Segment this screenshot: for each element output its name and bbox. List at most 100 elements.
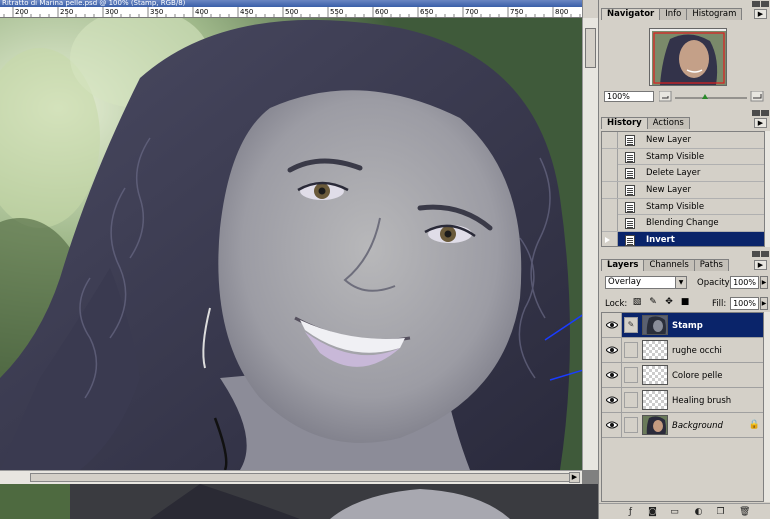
layer-link-slot[interactable] — [624, 367, 638, 383]
add-mask-icon[interactable]: ◙ — [647, 507, 658, 518]
navigator-zoom-field[interactable]: 100% — [604, 91, 654, 102]
layers-tabs: Layers Channels Paths — [601, 259, 729, 271]
visibility-toggle[interactable] — [602, 313, 622, 337]
image-canvas[interactable] — [0, 18, 582, 470]
layer-row-healing-brush[interactable]: Healing brush — [602, 388, 763, 413]
chevron-down-icon[interactable]: ▼ — [675, 277, 686, 288]
visibility-toggle[interactable] — [602, 338, 622, 362]
close-icon[interactable] — [761, 110, 769, 116]
opacity-field[interactable]: 100% — [730, 276, 759, 289]
layer-link-slot[interactable] — [624, 417, 638, 433]
tab-paths[interactable]: Paths — [693, 259, 729, 271]
layer-row-background[interactable]: Background 🔒 — [602, 413, 763, 438]
lock-image-icon[interactable]: ✎ — [648, 297, 658, 308]
visibility-toggle[interactable] — [602, 363, 622, 387]
history-state-icon — [625, 135, 635, 146]
portrait-photo — [0, 18, 582, 470]
history-state-icon — [625, 151, 635, 163]
tab-info[interactable]: Info — [659, 8, 688, 20]
layer-name: Healing brush — [672, 396, 732, 406]
history-item[interactable]: Stamp Visible — [602, 198, 764, 216]
eye-icon — [606, 321, 618, 329]
lock-position-icon[interactable]: ✥ — [664, 297, 674, 308]
tab-histogram[interactable]: Histogram — [686, 8, 743, 20]
history-item[interactable]: New Layer — [602, 182, 764, 199]
ruler-tick-label: 250 — [60, 8, 73, 16]
scroll-right-arrow-icon[interactable]: ▶ — [569, 472, 580, 483]
history-brush-source[interactable] — [602, 182, 618, 199]
vertical-scrollbar[interactable] — [582, 18, 598, 470]
navigator-palette-titlebar[interactable] — [599, 0, 770, 7]
history-item[interactable]: Blending Change — [602, 215, 764, 233]
document-window: Ritratto di Marina pelle.psd @ 100% (Sta… — [0, 0, 598, 519]
layer-row-colore-pelle[interactable]: Colore pelle — [602, 363, 763, 388]
ruler-tick-label: 350 — [150, 8, 163, 16]
navigator-menu-icon[interactable]: ▶ — [754, 9, 767, 19]
history-item[interactable]: Delete Layer — [602, 165, 764, 183]
horizontal-scrollbar[interactable]: ▶ — [0, 470, 582, 484]
fill-label: Fill: — [712, 299, 727, 309]
visibility-toggle[interactable] — [602, 413, 622, 437]
layer-link-slot[interactable] — [624, 342, 638, 358]
layer-name: Background — [672, 421, 723, 431]
tab-layers[interactable]: Layers — [601, 259, 645, 271]
history-menu-icon[interactable]: ▶ — [754, 118, 767, 128]
ruler-tick-label: 300 — [105, 8, 118, 16]
layer-style-icon[interactable]: ƒ — [625, 507, 636, 518]
visibility-toggle[interactable] — [602, 388, 622, 412]
background-photo — [0, 484, 598, 519]
tab-history[interactable]: History — [601, 117, 648, 129]
tab-navigator[interactable]: Navigator — [601, 8, 661, 20]
lock-label: Lock: — [605, 299, 628, 309]
vertical-scroll-thumb[interactable] — [585, 28, 596, 68]
close-icon[interactable] — [761, 1, 769, 7]
history-brush-source[interactable] — [602, 132, 618, 148]
minimize-icon[interactable] — [752, 110, 760, 116]
history-brush-source[interactable] — [602, 165, 618, 182]
fill-slider-arrow-icon[interactable]: ▶ — [760, 297, 768, 310]
navigator-zoom-slider[interactable] — [658, 90, 764, 102]
layers-palette-titlebar[interactable] — [599, 250, 770, 257]
layer-row-rughe-occhi[interactable]: rughe occhi — [602, 338, 763, 363]
lock-transparency-icon[interactable]: ▧ — [632, 297, 642, 308]
ruler-tick-label: 200 — [15, 8, 28, 16]
new-set-icon[interactable]: ▭ — [669, 507, 680, 518]
history-item[interactable]: New Layer — [602, 132, 764, 149]
ruler-tick-label: 400 — [195, 8, 208, 16]
close-icon[interactable] — [761, 251, 769, 257]
layer-link-slot[interactable] — [624, 392, 638, 408]
history-state-icon — [625, 185, 635, 197]
layer-thumbnail-transparent — [642, 365, 668, 385]
history-state-icon — [625, 168, 635, 180]
eye-icon — [606, 371, 618, 379]
document-title-bar[interactable]: Ritratto di Marina pelle.psd @ 100% (Sta… — [0, 0, 598, 7]
navigator-thumbnail[interactable] — [649, 28, 727, 86]
history-item-selected[interactable]: Invert — [602, 232, 764, 246]
tab-actions[interactable]: Actions — [646, 117, 690, 129]
history-brush-source[interactable] — [602, 215, 618, 232]
brush-icon[interactable]: ✎ — [624, 317, 638, 333]
new-layer-icon[interactable]: ❐ — [715, 507, 726, 518]
trash-icon[interactable]: 🗑 — [739, 507, 750, 518]
minimize-icon[interactable] — [752, 1, 760, 7]
palette-dock: Navigator Info Histogram ▶ 100% History Act… — [598, 0, 770, 519]
history-scrollbar[interactable] — [765, 131, 770, 247]
tab-channels[interactable]: Channels — [643, 259, 695, 271]
horizontal-scroll-thumb[interactable] — [30, 473, 570, 482]
layers-list: ✎ Stamp rughe occhi Colore pelle Healing… — [601, 312, 764, 502]
lock-icon: 🔒 — [748, 420, 760, 430]
layers-menu-icon[interactable]: ▶ — [754, 260, 767, 270]
minimize-icon[interactable] — [752, 251, 760, 257]
layer-row-stamp[interactable]: ✎ Stamp — [602, 313, 763, 338]
history-palette-titlebar[interactable] — [599, 109, 770, 116]
history-brush-source[interactable] — [602, 198, 618, 215]
history-brush-source[interactable] — [602, 148, 618, 165]
fill-field[interactable]: 100% — [730, 297, 759, 310]
opacity-slider-arrow-icon[interactable]: ▶ — [760, 276, 768, 289]
layers-scrollbar[interactable] — [764, 312, 770, 502]
history-item[interactable]: Stamp Visible — [602, 148, 764, 166]
lock-all-icon[interactable]: ■ — [680, 297, 690, 308]
blend-mode-select[interactable]: Overlay ▼ — [605, 276, 687, 289]
adjustment-layer-icon[interactable]: ◐ — [693, 507, 704, 518]
ruler-tick-label: 600 — [375, 8, 388, 16]
